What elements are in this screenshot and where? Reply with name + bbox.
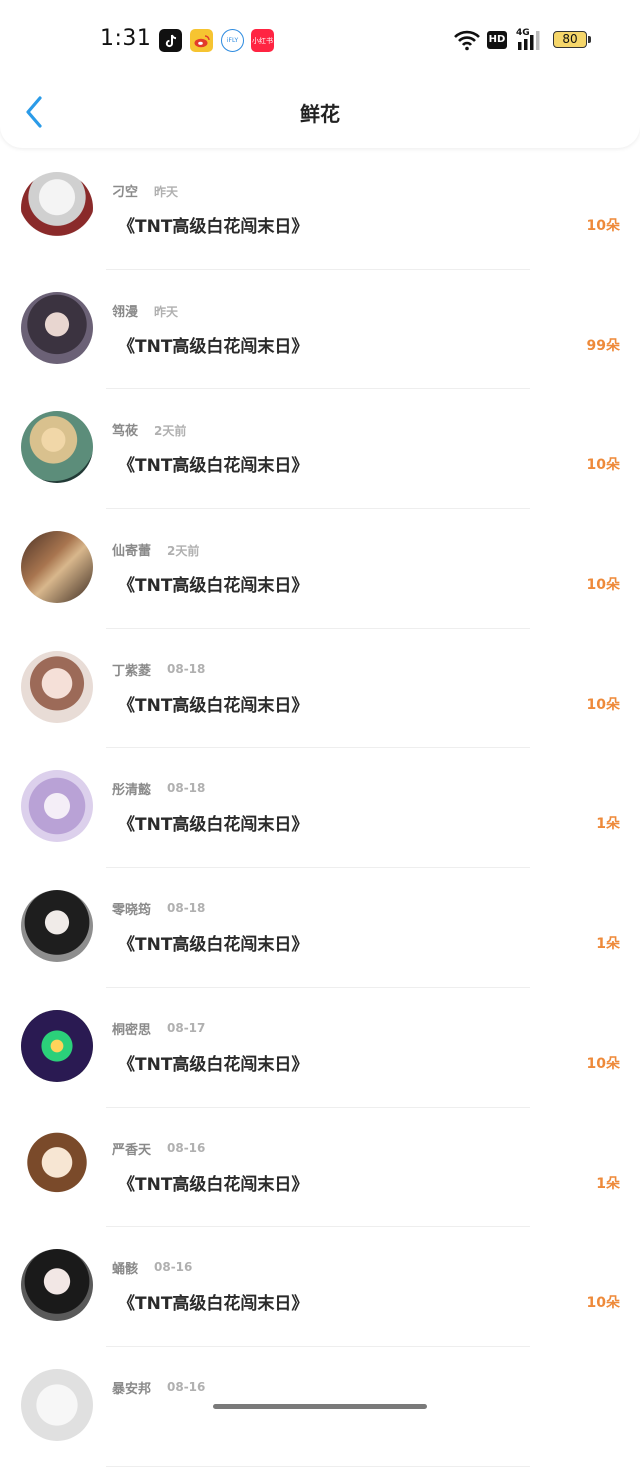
wifi-icon [454,30,480,51]
list-item[interactable]: 彤清懿 08-18 《TNT高级白花闯末日》 1朵 [0,748,640,869]
user-name: 笃莜 [112,424,139,440]
user-name: 蛹骸 [112,1262,139,1278]
tiktok-icon [159,29,182,52]
avatar[interactable] [21,1009,93,1082]
flower-count: 10朵 [586,696,620,713]
battery-icon: 80 [553,31,587,48]
gift-date: 2天前 [154,424,187,439]
book-title: 《TNT高级白花闯末日》 [118,695,309,716]
status-time: 1:31 [100,26,152,51]
hd-badge: HD [487,31,507,49]
user-name: 翎漫 [112,304,139,320]
flower-list: 刁空 昨天 《TNT高级白花闯末日》 10朵 翎漫 昨天 《TNT高级白花闯末日》 99朵 笃莜… [0,150,640,1467]
user-name: 仙寄蕾 [112,544,152,560]
book-title: 《TNT高级白花闯末日》 [118,1174,309,1195]
book-title: 《TNT高级白花闯末日》 [118,1294,309,1315]
signal-icon [518,31,540,50]
list-item[interactable]: 蛹骸 08-16 《TNT高级白花闯末日》 10朵 [0,1227,640,1347]
book-title: 《TNT高级白花闯末日》 [118,456,309,477]
user-name: 暴安邦 [112,1381,152,1397]
flower-count: 10朵 [586,577,620,594]
list-item[interactable]: 仙寄蕾 2天前《TNT高级白花闯末日》 10朵 [0,509,640,629]
book-title: 《TNT高级白花闯末日》 [118,1054,309,1075]
list-item[interactable]: 翎漫 昨天《TNT高级白花闯末日》 99朵 [0,270,640,390]
avatar[interactable] [21,890,93,963]
avatar[interactable] [21,531,93,604]
page-title: 鲜花 [300,102,340,126]
gift-date: 08-16 [167,1140,206,1155]
iflytek-icon: iFLY [221,29,244,52]
avatar[interactable] [21,650,93,723]
user-name: 桐密思 [112,1022,152,1038]
gift-date: 08-18 [167,781,206,796]
list-item[interactable]: 笃莜 2天前《TNT高级白花闯末日》 10朵 [0,389,640,510]
battery-tip [588,36,591,43]
weibo-icon [190,29,213,52]
list-item[interactable]: 刁空 昨天《TNT高级白花闯末日》 10朵 [0,150,640,270]
list-item[interactable]: 丁紫菱 08-18 《TNT高级白花闯末日》 10朵 [0,629,640,749]
avatar[interactable] [21,770,93,843]
avatar[interactable] [21,291,93,364]
home-indicator[interactable] [213,1404,427,1409]
user-name: 严香天 [112,1142,152,1158]
flower-count: 10朵 [586,1295,620,1312]
list-item[interactable]: 桐密思 08-17 《TNT高级白花闯末日》 10朵 [0,988,640,1108]
flower-count: 1朵 [596,936,620,953]
gift-date: 昨天 [154,185,179,199]
user-name: 零晓筠 [112,903,152,919]
gift-date: 08-17 [167,1020,206,1035]
avatar[interactable] [21,411,93,484]
divider [106,1465,530,1467]
gift-date: 2天前 [167,544,200,559]
gift-date: 昨天 [154,304,179,319]
user-name: 丁紫菱 [112,663,152,679]
user-name: 彤清懿 [112,783,152,799]
avatar[interactable] [21,1249,93,1322]
list-item[interactable]: 零晓筠 08-18 《TNT高级白花闯末日》 1朵 [0,868,640,988]
user-name: 刁空 [112,185,139,200]
gift-date: 08-18 [167,901,206,916]
gift-date: 08-16 [154,1260,193,1275]
list-item[interactable]: 严香天 08-16 《TNT高级白花闯末日》 1朵 [0,1108,640,1228]
xiaohongshu-icon: 小红书 [251,29,274,52]
flower-count: 10朵 [586,1055,620,1072]
book-title: 《TNT高级白花闯末日》 [118,576,309,597]
flower-count: 10朵 [586,218,620,234]
avatar[interactable] [21,1368,93,1441]
flower-count: 99朵 [586,337,620,354]
gift-date: 08-16 [167,1379,206,1394]
avatar[interactable] [21,172,93,244]
book-title: 《TNT高级白花闯末日》 [118,935,309,956]
book-title: 《TNT高级白花闯末日》 [118,217,309,237]
battery-level: 80 [562,32,578,46]
avatar[interactable] [21,1129,93,1202]
book-title: 《TNT高级白花闯末日》 [118,815,309,836]
status-bar: 1:31 iFLY 小红书 HD 4G 80 [0,0,640,80]
gift-date: 08-18 [167,661,206,676]
flower-count: 10朵 [586,457,620,474]
flower-count: 1朵 [596,816,620,833]
flower-count: 1朵 [596,1175,620,1192]
book-title: 《TNT高级白花闯末日》 [118,336,309,357]
